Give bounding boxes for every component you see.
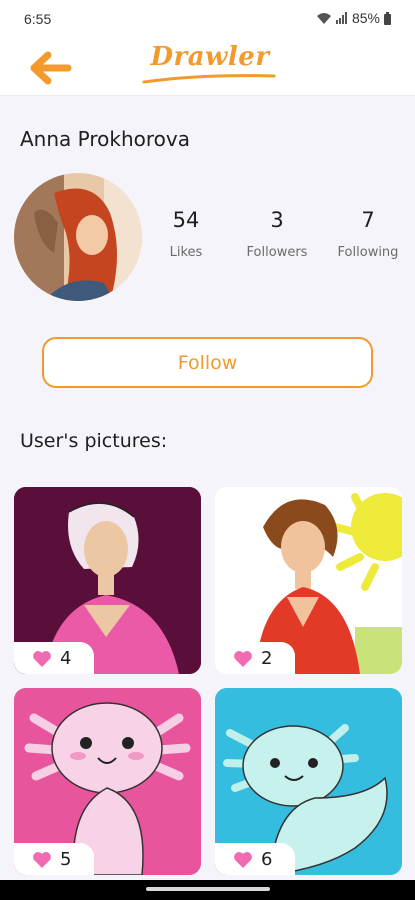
- brand-name: Drawler: [150, 42, 270, 72]
- avatar: [14, 173, 142, 301]
- heart-icon: [33, 851, 51, 868]
- arrow-left-icon: [30, 51, 72, 85]
- following-label: Following: [337, 245, 399, 260]
- likes-count: 54: [172, 208, 200, 232]
- following-count: 7: [361, 208, 375, 232]
- followers-count: 3: [270, 208, 284, 232]
- home-indicator[interactable]: [146, 887, 270, 891]
- heart-icon: [234, 650, 252, 667]
- like-badge[interactable]: 2: [215, 642, 295, 674]
- pictures-section-title: User's pictures:: [20, 430, 168, 452]
- wifi-icon: [316, 12, 332, 25]
- picture-card[interactable]: 2: [215, 487, 402, 674]
- app-bar: Drawler: [0, 40, 415, 96]
- system-nav-bar: [0, 880, 415, 900]
- status-icons: 85%: [316, 10, 391, 26]
- logo-swash-icon: [142, 74, 276, 84]
- stat-followers[interactable]: 3 Followers: [232, 208, 322, 260]
- status-time: 6:55: [24, 11, 52, 27]
- brand-logo: Drawler: [140, 42, 280, 94]
- status-bar: 6:55 85%: [0, 0, 415, 40]
- like-badge[interactable]: 6: [215, 843, 295, 875]
- profile-name: Anna Prokhorova: [20, 127, 190, 151]
- like-count: 6: [261, 848, 273, 870]
- follow-button[interactable]: Follow: [42, 337, 373, 388]
- like-badge[interactable]: 4: [14, 642, 94, 674]
- followers-label: Followers: [246, 245, 308, 260]
- like-count: 5: [60, 848, 72, 870]
- like-badge[interactable]: 5: [14, 843, 94, 875]
- picture-card[interactable]: 6: [215, 688, 402, 875]
- battery-icon: [384, 11, 391, 25]
- picture-card[interactable]: 4: [14, 487, 201, 674]
- picture-card[interactable]: 5: [14, 688, 201, 875]
- back-button[interactable]: [28, 50, 74, 86]
- signal-icon: [335, 12, 348, 24]
- stat-likes: 54 Likes: [141, 208, 231, 260]
- battery-percent: 85%: [351, 10, 380, 26]
- like-count: 4: [60, 647, 72, 669]
- like-count: 2: [261, 647, 273, 669]
- stat-following[interactable]: 7 Following: [323, 208, 413, 260]
- heart-icon: [33, 650, 51, 667]
- heart-icon: [234, 851, 252, 868]
- likes-label: Likes: [169, 245, 203, 260]
